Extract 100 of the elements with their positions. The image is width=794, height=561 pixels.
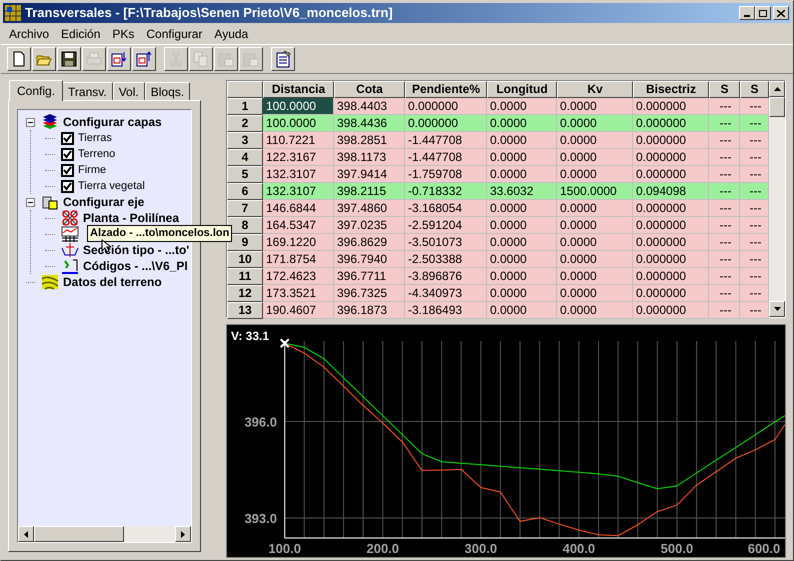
vertical-scrollbar[interactable]	[769, 81, 785, 317]
right-arrow-icon	[181, 530, 185, 538]
close-button[interactable]	[773, 6, 789, 20]
collapse-icon[interactable]	[26, 118, 35, 126]
toolbar-button[interactable]	[271, 47, 295, 71]
tree-item[interactable]: Terreno	[78, 146, 116, 162]
table-cell: -2.591204	[405, 217, 487, 234]
table-cell: 110.7221	[263, 132, 334, 149]
tab[interactable]: Transv.	[62, 82, 113, 100]
table-cell: ---	[709, 149, 740, 166]
toolbar-button[interactable]	[7, 47, 31, 71]
tree-item[interactable]: Configurar capas	[63, 113, 162, 131]
table-cell: 0.0000	[487, 98, 557, 115]
table-cell: 190.4607	[263, 302, 334, 319]
table-cell: ---	[740, 200, 769, 217]
toolbar-button[interactable]	[107, 47, 131, 71]
value-readout: V: 33.1	[231, 329, 270, 343]
table-cell: -3.896876	[405, 268, 487, 285]
row-header[interactable]: 4	[227, 149, 263, 166]
row-header[interactable]: 13	[227, 302, 263, 319]
horizontal-scrollbar[interactable]	[18, 526, 191, 542]
row-header[interactable]: 11	[227, 268, 263, 285]
layers-icon	[41, 114, 59, 130]
tick-label: 393.0	[244, 511, 277, 526]
table-cell: 0.000000	[633, 149, 709, 166]
table-cell: ---	[740, 132, 769, 149]
table-cell: -4.340973	[405, 285, 487, 302]
toolbar-button[interactable]	[57, 47, 81, 71]
tab[interactable]: Config.	[9, 80, 64, 101]
menu-item[interactable]: Edición	[55, 25, 106, 43]
tree-item[interactable]: Firme	[78, 162, 106, 178]
checkbox[interactable]	[61, 148, 74, 160]
column-header[interactable]: Longitud	[487, 81, 557, 98]
tree-item[interactable]: Datos del terreno	[63, 273, 162, 291]
row-header[interactable]: 1	[227, 98, 263, 115]
column-header[interactable]: S	[709, 81, 740, 98]
tree-item[interactable]: Planta - Polilínea	[83, 209, 180, 227]
table-cell: 397.4860	[334, 200, 405, 217]
table-cell: 169.1220	[263, 234, 334, 251]
profile-icon	[61, 226, 79, 242]
column-header[interactable]: Bisectriz	[633, 81, 709, 98]
floppy-icon	[60, 50, 78, 68]
table-cell: 0.000000	[633, 115, 709, 132]
collapse-icon[interactable]	[26, 198, 35, 206]
table-cell: 1500.0000	[557, 183, 633, 200]
scroll-down-button[interactable]	[769, 301, 785, 317]
row-header[interactable]: 12	[227, 285, 263, 302]
tree-item[interactable]: Tierra vegetal	[78, 178, 145, 194]
scroll-thumb[interactable]	[769, 97, 785, 117]
menu-item[interactable]: PKs	[106, 25, 140, 43]
row-header[interactable]: 7	[227, 200, 263, 217]
table-cell: ---	[740, 285, 769, 302]
column-header[interactable]: Kv	[557, 81, 633, 98]
toolbar-button[interactable]	[32, 47, 56, 71]
table-cell: ---	[709, 200, 740, 217]
scroll-right-button[interactable]	[175, 526, 191, 542]
table-cell: ---	[709, 132, 740, 149]
menu-item[interactable]: Archivo	[3, 25, 56, 43]
tree-item[interactable]: Códigos - ...\V6_Pl	[83, 257, 188, 275]
menu-item[interactable]: Configurar	[140, 25, 208, 43]
toolbar-button[interactable]	[132, 47, 156, 71]
column-header[interactable]: Cota	[334, 81, 405, 98]
row-header[interactable]: 6	[227, 183, 263, 200]
scroll-thumb[interactable]	[34, 526, 124, 542]
table-cell: 396.7325	[334, 285, 405, 302]
scroll-up-button[interactable]	[769, 81, 785, 97]
table-cell: 0.0000	[557, 217, 633, 234]
column-header[interactable]: Pendiente%	[405, 81, 487, 98]
minimize-button[interactable]	[739, 6, 755, 20]
row-header[interactable]: 2	[227, 115, 263, 132]
tree-item[interactable]: Sección tipo - ...to'	[83, 241, 190, 259]
row-header[interactable]: 3	[227, 132, 263, 149]
tab[interactable]: Vol.	[112, 82, 145, 100]
table-cell: 0.0000	[487, 268, 557, 285]
checkbox[interactable]	[61, 180, 74, 192]
column-header[interactable]: S	[740, 81, 769, 98]
table-cell: 33.6032	[487, 183, 557, 200]
row-header[interactable]: 5	[227, 166, 263, 183]
tree-item[interactable]: Tierras	[78, 130, 112, 146]
table-cell: 0.094098	[633, 183, 709, 200]
menu-item[interactable]: Ayuda	[208, 25, 254, 43]
scroll-left-button[interactable]	[18, 526, 34, 542]
table-cell: 0.0000	[557, 98, 633, 115]
maximize-button[interactable]	[755, 6, 771, 20]
column-header[interactable]: Distancia	[263, 81, 334, 98]
tree-item[interactable]: Configurar eje	[63, 193, 144, 211]
table-cell: 396.1873	[334, 302, 405, 319]
checkbox[interactable]	[61, 132, 74, 144]
table-cell: ---	[709, 115, 740, 132]
table-cell: ---	[709, 98, 740, 115]
table-cell: 0.0000	[557, 251, 633, 268]
table-cell: 398.1173	[334, 149, 405, 166]
table-cell: 397.0235	[334, 217, 405, 234]
row-header[interactable]: 10	[227, 251, 263, 268]
checkbox[interactable]	[61, 164, 74, 176]
tab[interactable]: Bloqs.	[144, 82, 190, 100]
table-cell: 0.0000	[557, 132, 633, 149]
table-cell: 398.4403	[334, 98, 405, 115]
table-cell: 132.3107	[263, 183, 334, 200]
table-cell: 132.3107	[263, 166, 334, 183]
